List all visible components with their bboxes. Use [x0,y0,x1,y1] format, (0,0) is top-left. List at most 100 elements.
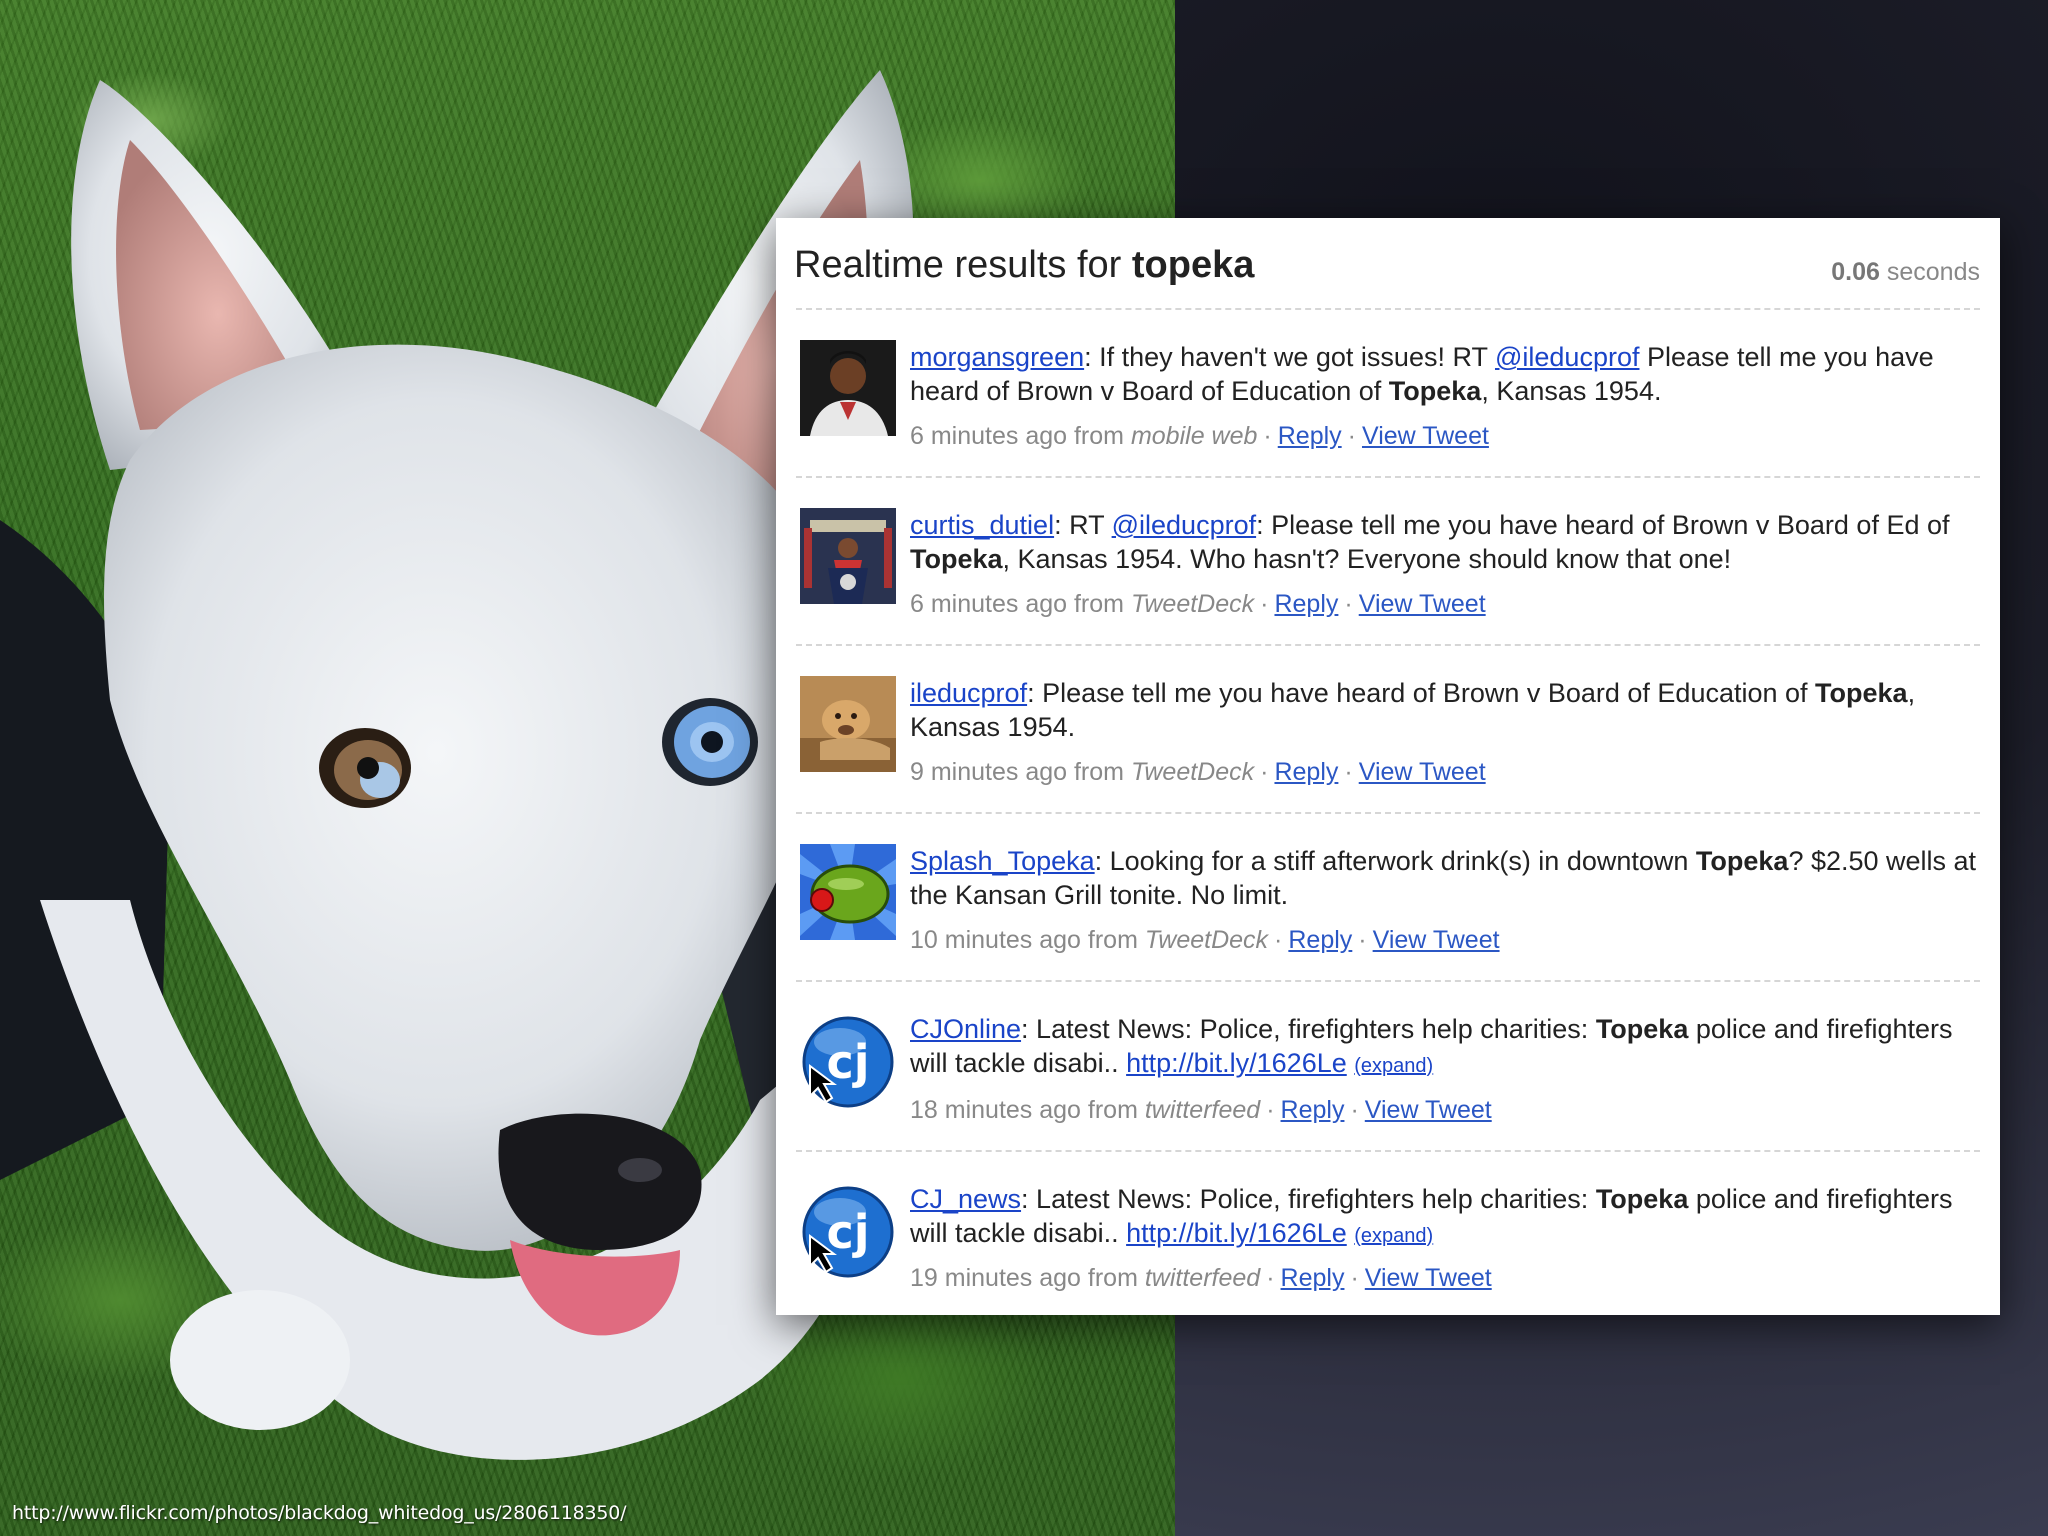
tweet-source: twitterfeed [1144,1264,1261,1292]
expand-link[interactable]: (expand) [1354,1225,1433,1247]
tweet-text-part: : RT [1054,510,1112,540]
tweet-text-part: : Please tell me you have heard of Brown… [1256,510,1950,540]
tweet-time: 19 minutes ago from [910,1264,1138,1292]
svg-text:cj: cj [826,1035,869,1089]
tweet-meta: 9 minutes ago from TweetDeck · Reply · View … [910,758,1486,787]
olive-avatar[interactable] [800,844,896,940]
separator: · [1344,758,1353,786]
view-tweet-link[interactable]: View Tweet [1359,758,1486,786]
separator: · [1274,926,1283,954]
results-title: Realtime results for topeka [794,244,1254,287]
mention-link[interactable]: @ileducprof [1112,510,1256,540]
person-photo-avatar[interactable] [800,340,896,436]
tweet-text: curtis_dutiel: RT @ileducprof: Please te… [910,508,1980,576]
tweet-item: cj CJ_news: Latest News: Police, firefig… [796,1182,1980,1350]
search-results-panel: Realtime results for topeka 0.06 seconds… [776,218,2000,1315]
tweet-user-link[interactable]: CJOnline [910,1014,1021,1044]
photo-credit-url: http://www.flickr.com/photos/blackdog_wh… [12,1502,627,1524]
short-url-link[interactable]: http://bit.ly/1626Le [1126,1048,1347,1078]
reply-link[interactable]: Reply [1274,590,1338,618]
divider [796,980,1980,982]
podium-speaker-avatar[interactable] [800,508,896,604]
tweet-meta: 19 minutes ago from twitterfeed · Reply · Vi… [910,1264,1492,1293]
expand-link[interactable]: (expand) [1354,1055,1433,1077]
divider [796,812,1980,814]
results-header: Realtime results for topeka 0.06 seconds [794,236,1980,292]
divider [796,644,1980,646]
search-query: topeka [1131,244,1255,286]
separator: · [1350,1096,1359,1124]
tweet-source: TweetDeck [1130,590,1255,618]
separator: · [1266,1264,1275,1292]
tweet-item: curtis_dutiel: RT @ileducprof: Please te… [796,508,1980,676]
tweet-time: 9 minutes ago from [910,758,1124,786]
tweet-item: morgansgreen: If they haven't we got iss… [796,340,1980,508]
tweet-meta: 6 minutes ago from TweetDeck · Reply · View … [910,590,1486,619]
tweet-text-part: , Kansas 1954. [1481,376,1662,406]
divider [796,308,1980,310]
tweet-meta: 10 minutes ago from TweetDeck · Reply · View… [910,926,1500,955]
separator: · [1347,422,1356,450]
cj-logo-avatar[interactable]: cj [800,1182,896,1278]
tweet-text: Splash_Topeka: Looking for a stiff after… [910,844,1980,912]
divider [796,476,1980,478]
view-tweet-link[interactable]: View Tweet [1365,1264,1492,1292]
tweet-text: CJOnline: Latest News: Police, firefight… [910,1012,1980,1083]
tweet-text: ileducprof: Please tell me you have hear… [910,676,1980,744]
tweet-text-part: : Latest News: Police, firefighters help… [1021,1014,1596,1044]
view-tweet-link[interactable]: View Tweet [1365,1096,1492,1124]
keyword-highlight: Topeka [1595,1184,1689,1214]
tweet-meta: 18 minutes ago from twitterfeed · Reply · Vi… [910,1096,1492,1125]
tweet-user-link[interactable]: curtis_dutiel [910,510,1054,540]
results-time: 0.06 seconds [1831,258,1980,287]
view-tweet-link[interactable]: View Tweet [1362,422,1489,450]
separator: · [1266,1096,1275,1124]
reply-link[interactable]: Reply [1281,1096,1345,1124]
short-url-link[interactable]: http://bit.ly/1626Le [1126,1218,1347,1248]
tweet-source: twitterfeed [1144,1096,1261,1124]
tweet-text: morgansgreen: If they haven't we got iss… [910,340,1980,408]
tweet-user-link[interactable]: ileducprof [910,678,1027,708]
separator: · [1350,1264,1359,1292]
tweet-text-part: : Latest News: Police, firefighters help… [1021,1184,1596,1214]
svg-text:cj: cj [826,1205,869,1259]
tweet-user-link[interactable]: Splash_Topeka [910,846,1095,876]
tweet-text-part: : Please tell me you have heard of Brown… [1027,678,1816,708]
view-tweet-link[interactable]: View Tweet [1359,590,1486,618]
keyword-highlight: Topeka [910,544,1003,574]
lion-avatar[interactable] [800,676,896,772]
cj-logo-avatar[interactable]: cj [800,1012,896,1108]
separator: · [1260,590,1269,618]
tweet-text-part: : Looking for a stiff afterwork drink(s)… [1094,846,1696,876]
mention-link[interactable]: @ileducprof [1495,342,1639,372]
tweet-time: 6 minutes ago from [910,590,1124,618]
reply-link[interactable]: Reply [1281,1264,1345,1292]
view-tweet-link[interactable]: View Tweet [1373,926,1500,954]
tweet-meta: 6 minutes ago from mobile web · Reply · View… [910,422,1489,451]
time-unit: seconds [1886,258,1980,286]
separator: · [1344,590,1353,618]
tweet-item: cj CJOnline: Latest News: Police, firefi… [796,1012,1980,1180]
keyword-highlight: Topeka [1695,846,1789,876]
keyword-highlight: Topeka [1388,376,1482,406]
reply-link[interactable]: Reply [1278,422,1342,450]
reply-link[interactable]: Reply [1274,758,1338,786]
separator: · [1263,422,1272,450]
tweet-time: 6 minutes ago from [910,422,1124,450]
tweet-source: mobile web [1130,422,1258,450]
tweet-user-link[interactable]: morgansgreen [910,342,1084,372]
tweet-user-link[interactable]: CJ_news [910,1184,1021,1214]
reply-link[interactable]: Reply [1288,926,1352,954]
keyword-highlight: Topeka [1815,678,1908,708]
tweet-source: TweetDeck [1130,758,1255,786]
separator: · [1260,758,1269,786]
title-prefix: Realtime results for [794,244,1122,286]
tweet-item: Splash_Topeka: Looking for a stiff after… [796,844,1980,1012]
divider [796,1150,1980,1152]
tweet-source: TweetDeck [1144,926,1269,954]
keyword-highlight: Topeka [1595,1014,1689,1044]
time-value: 0.06 [1831,258,1880,286]
tweet-time: 18 minutes ago from [910,1096,1138,1124]
tweet-text-part: : If they haven't we got issues! RT [1084,342,1495,372]
tweet-text-part: , Kansas 1954. Who hasn't? Everyone shou… [1002,544,1732,574]
